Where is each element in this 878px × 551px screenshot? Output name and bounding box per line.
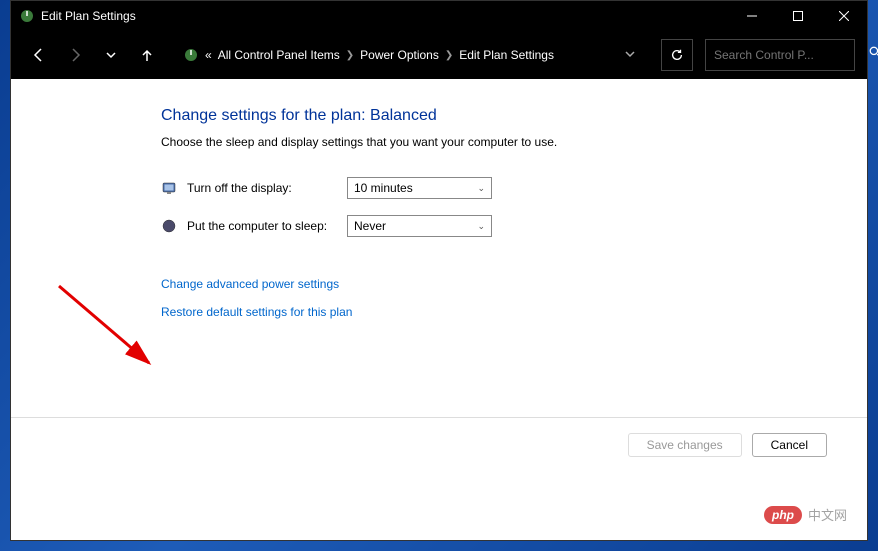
page-subtext: Choose the sleep and display settings th… — [161, 135, 867, 149]
chevron-down-icon[interactable] — [619, 48, 641, 62]
restore-defaults-link[interactable]: Restore default settings for this plan — [161, 305, 867, 319]
footer-buttons: Save changes Cancel — [628, 433, 827, 457]
links-section: Change advanced power settings Restore d… — [161, 277, 867, 319]
sleep-label: Put the computer to sleep: — [187, 219, 347, 233]
save-button[interactable]: Save changes — [628, 433, 742, 457]
recent-button[interactable] — [95, 39, 127, 71]
titlebar: Edit Plan Settings — [11, 1, 867, 31]
watermark-text: 中文网 — [808, 505, 847, 524]
breadcrumb-item[interactable]: Power Options — [360, 48, 439, 62]
minimize-button[interactable] — [729, 1, 775, 31]
window-title: Edit Plan Settings — [41, 9, 729, 23]
maximize-button[interactable] — [775, 1, 821, 31]
back-button[interactable] — [23, 39, 55, 71]
display-setting-row: Turn off the display: 10 minutes ⌄ — [161, 177, 867, 199]
window-controls — [729, 1, 867, 31]
divider — [11, 417, 867, 418]
forward-button[interactable] — [59, 39, 91, 71]
breadcrumb-icon — [183, 47, 199, 63]
toolbar: « All Control Panel Items ❯ Power Option… — [11, 31, 867, 79]
search-input[interactable] — [714, 48, 869, 62]
window: Edit Plan Settings « All Control Panel I… — [10, 0, 868, 541]
breadcrumb[interactable]: « All Control Panel Items ❯ Power Option… — [175, 39, 649, 71]
display-dropdown[interactable]: 10 minutes ⌄ — [347, 177, 492, 199]
breadcrumb-item[interactable]: Edit Plan Settings — [459, 48, 554, 62]
watermark: php 中文网 — [764, 505, 847, 524]
advanced-settings-link[interactable]: Change advanced power settings — [161, 277, 867, 291]
sleep-icon — [161, 218, 177, 234]
sleep-setting-row: Put the computer to sleep: Never ⌄ — [161, 215, 867, 237]
up-button[interactable] — [131, 39, 163, 71]
chevron-right-icon: ❯ — [445, 50, 453, 61]
sleep-dropdown[interactable]: Never ⌄ — [347, 215, 492, 237]
display-label: Turn off the display: — [187, 181, 347, 195]
search-icon[interactable] — [869, 46, 878, 64]
display-icon — [161, 180, 177, 196]
search-box[interactable] — [705, 39, 855, 71]
app-icon — [19, 8, 35, 24]
breadcrumb-item[interactable]: All Control Panel Items — [218, 48, 340, 62]
content: Change settings for the plan: Balanced C… — [11, 79, 867, 540]
cancel-button[interactable]: Cancel — [752, 433, 827, 457]
close-button[interactable] — [821, 1, 867, 31]
display-value: 10 minutes — [354, 181, 413, 195]
chevron-right-icon: ❯ — [346, 50, 354, 61]
chevron-down-icon: ⌄ — [477, 183, 485, 194]
watermark-badge: php — [764, 506, 802, 524]
chevron-down-icon: ⌄ — [477, 221, 485, 232]
breadcrumb-prefix: « — [205, 48, 212, 62]
page-heading: Change settings for the plan: Balanced — [161, 107, 867, 125]
sleep-value: Never — [354, 219, 386, 233]
refresh-button[interactable] — [661, 39, 693, 71]
